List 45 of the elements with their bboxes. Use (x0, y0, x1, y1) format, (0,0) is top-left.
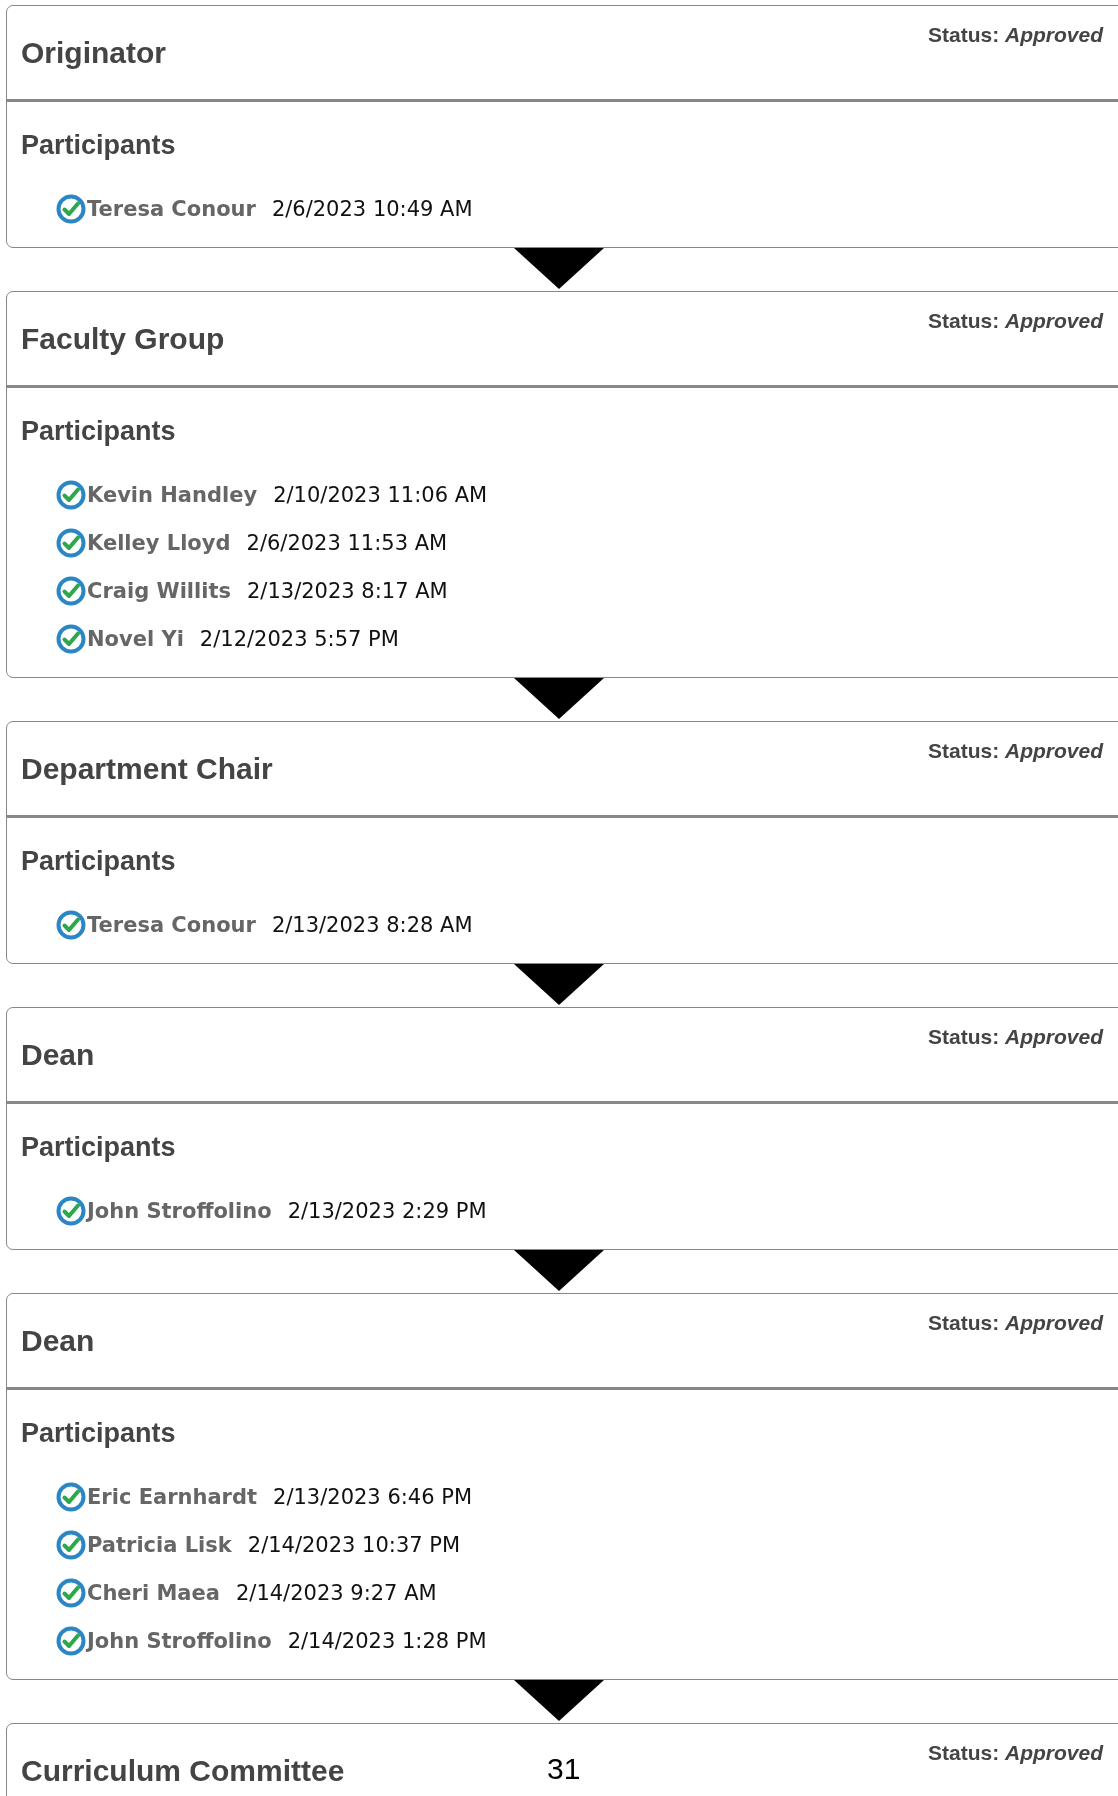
participant-name: Kevin Handley (87, 483, 258, 507)
step-title: Dean (21, 1323, 95, 1358)
step-status: Status: Approved (928, 1741, 1104, 1765)
step-status: Status: Approved (928, 309, 1104, 333)
participant-name: Teresa Conour (87, 197, 256, 221)
step-status: Status: Approved (928, 739, 1104, 763)
approval-date: 2/6/2023 11:53 AM (246, 531, 448, 555)
approval-date: 2/10/2023 11:06 AM (273, 483, 488, 507)
down-arrow-icon (514, 964, 604, 1005)
step-status: Status: Approved (928, 23, 1104, 47)
step-title: Faculty Group (21, 321, 225, 356)
approval-date: 2/14/2023 10:37 PM (247, 1533, 461, 1557)
step-status: Status: Approved (928, 1025, 1104, 1049)
approval-date: 2/14/2023 9:27 AM (235, 1581, 437, 1605)
participant-name: John Stroffolino (87, 1629, 272, 1653)
approval-date: 2/13/2023 8:17 AM (247, 579, 448, 603)
approval-date: 2/14/2023 1:28 PM (287, 1629, 487, 1653)
step-status: Status: Approved (928, 1311, 1104, 1335)
participant-name: John Stroffolino (87, 1199, 272, 1223)
participant-name: Patricia Lisk (87, 1533, 232, 1557)
participant-name: Craig Willits (87, 579, 231, 603)
step-title: Dean (21, 1037, 95, 1072)
down-arrow-icon (514, 678, 604, 719)
step-title: Originator (21, 35, 166, 70)
participant-name: Teresa Conour (87, 913, 256, 937)
down-arrow-icon (514, 1680, 604, 1721)
participants-heading: Participants (21, 1418, 177, 1450)
participant-name: Cheri Maea (87, 1581, 220, 1605)
down-arrow-icon (514, 1250, 604, 1291)
page-number: 31 (547, 1752, 581, 1786)
approval-date: 2/13/2023 8:28 AM (271, 913, 473, 937)
step-title: Department Chair (21, 751, 273, 786)
participants-heading: Participants (21, 1132, 177, 1164)
approval-date: 2/6/2023 10:49 AM (271, 197, 473, 221)
participants-heading: Participants (21, 416, 177, 448)
down-arrow-icon (514, 248, 604, 289)
approval-date: 2/13/2023 6:46 PM (273, 1485, 472, 1509)
participant-name: Kelley Lloyd (87, 531, 231, 555)
approval-date: 2/12/2023 5:57 PM (199, 627, 399, 651)
participants-heading: Participants (21, 846, 177, 878)
step-title: Curriculum Committee (21, 1753, 345, 1788)
participant-name: Eric Earnhardt (87, 1485, 258, 1509)
participant-name: Novel Yi (87, 627, 184, 651)
participants-heading: Participants (21, 130, 177, 162)
approval-date: 2/13/2023 2:29 PM (287, 1199, 487, 1223)
